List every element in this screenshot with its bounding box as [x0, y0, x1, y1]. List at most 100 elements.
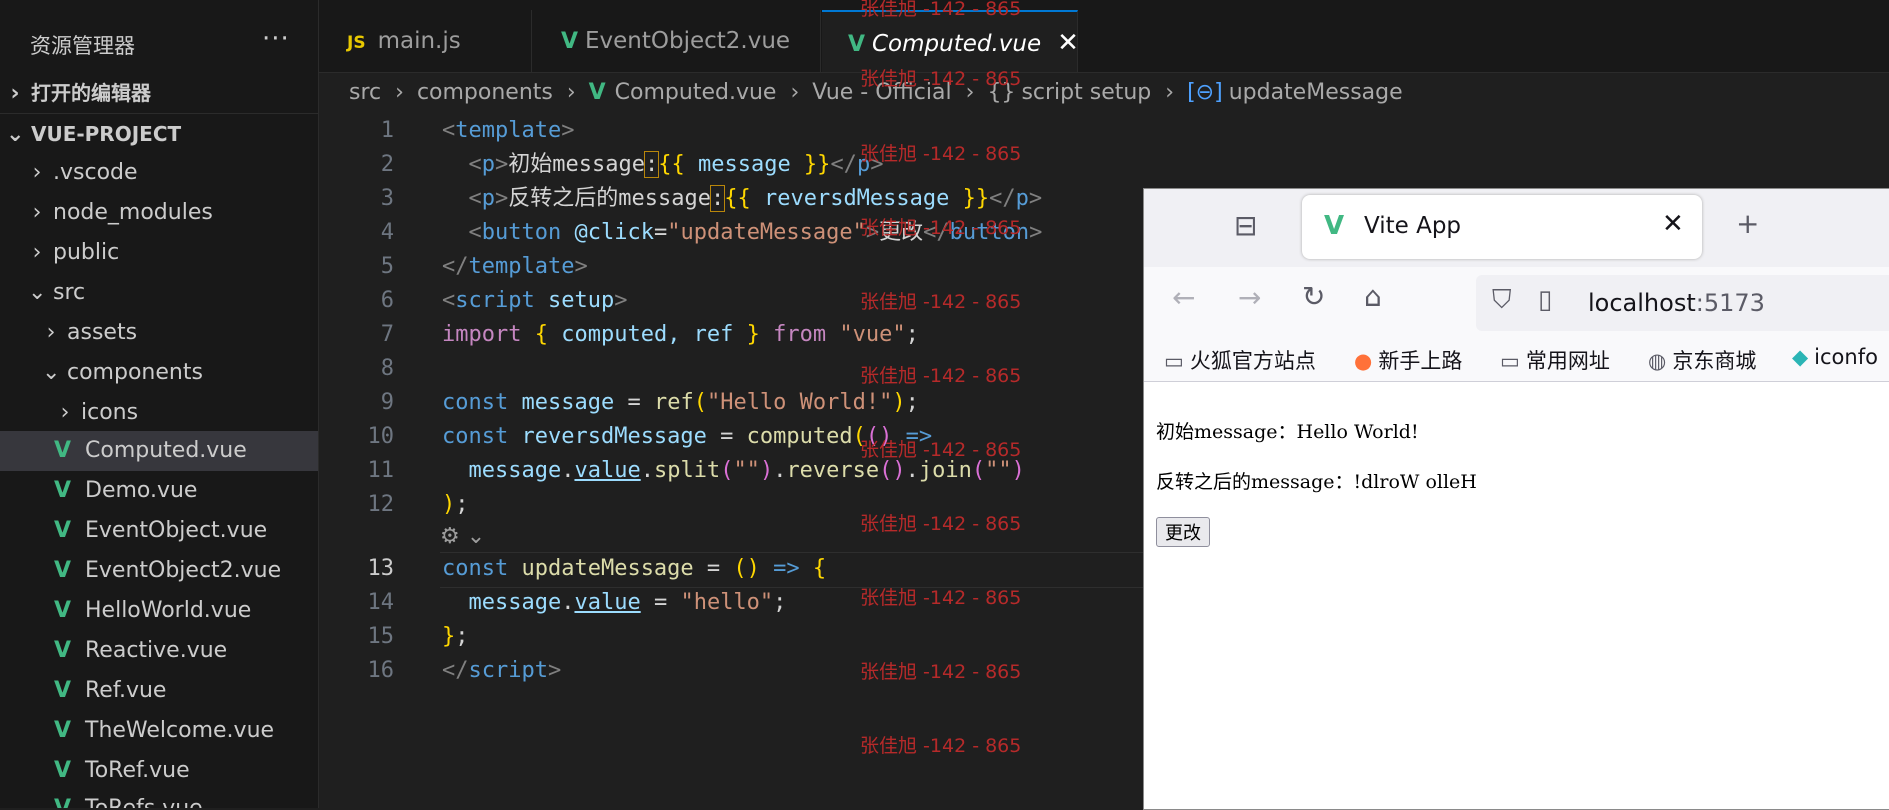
folder-components[interactable]: ⌄ components: [0, 353, 318, 393]
tab-eventobject2-vue[interactable]: V EventObject2.vue: [533, 10, 821, 72]
folder-label: .vscode: [53, 160, 138, 185]
chevron-right-icon: ›: [395, 80, 404, 105]
code-line[interactable]: 14 message.value = "hello";: [319, 586, 1149, 620]
folder-icons[interactable]: › icons: [0, 393, 318, 433]
code-line[interactable]: 12);: [319, 488, 1149, 522]
line-number: 7: [380, 322, 394, 347]
file-ref-vue[interactable]: V Ref.vue: [0, 671, 318, 711]
open-editors-section[interactable]: › 打开的编辑器: [0, 73, 318, 113]
file-label: Reactive.vue: [85, 638, 228, 663]
copilot-icon[interactable]: ⚙ ⌄: [440, 524, 485, 549]
file-label: EventObject2.vue: [85, 558, 282, 583]
folder-node-modules[interactable]: › node_modules: [0, 193, 318, 233]
editor-tab-bar: JS main.js V EventObject2.vue V Computed.vu…: [319, 0, 1889, 73]
back-icon[interactable]: ←: [1172, 281, 1195, 314]
file-helloworld-vue[interactable]: V HelloWorld.vue: [0, 591, 318, 631]
vue-logo-icon: V: [1324, 211, 1345, 241]
explorer-sidebar: 资源管理器 ··· › 打开的编辑器 ⌄ VUE-PROJECT › .vsco…: [0, 0, 319, 808]
iconfont-icon: ◆: [1792, 345, 1809, 369]
page-line-reversed: 反转之后的message：!dlroW olleH: [1156, 471, 1477, 493]
browser-tab-bar: ⊟ V Vite App ✕ +: [1144, 189, 1889, 267]
file-demo-vue[interactable]: V Demo.vue: [0, 471, 318, 511]
bookmark-item[interactable]: ▭ 常用网址: [1500, 345, 1610, 375]
watermark: 张佳旭 -142 - 865: [860, 68, 1022, 90]
shield-icon[interactable]: ⛉: [1492, 285, 1512, 316]
folder-label: assets: [67, 320, 138, 345]
file-eventobject-vue[interactable]: V EventObject.vue: [0, 511, 318, 551]
folder-label: public: [53, 240, 120, 265]
folder-label: components: [67, 360, 203, 385]
vue-file-icon: V: [561, 29, 579, 54]
file-torefs-vue[interactable]: V ToRefs.vue: [0, 789, 318, 808]
folder-icon: ▭: [1164, 349, 1184, 373]
vue-file-icon: V: [54, 758, 72, 783]
folder-label: node_modules: [53, 200, 213, 225]
line-number: 1: [380, 118, 394, 143]
vue-file-icon: V: [54, 558, 72, 583]
url-bar[interactable]: ⛉ ▯ localhost:5173: [1476, 275, 1889, 331]
code-line[interactable]: 15};: [319, 620, 1149, 654]
chevron-right-icon: ›: [1165, 80, 1175, 105]
browser-nav-bar: ← → ↻ ⌂ ⛉ ▯ localhost:5173: [1144, 267, 1889, 337]
more-actions-icon[interactable]: ···: [262, 24, 290, 54]
breadcrumb-item[interactable]: Computed.vue: [615, 80, 777, 105]
file-label: HelloWorld.vue: [85, 598, 252, 623]
code-line[interactable]: 5 </template>: [319, 250, 1149, 284]
close-icon[interactable]: ✕: [1057, 28, 1079, 58]
watermark: 张佳旭 -142 - 865: [860, 217, 1022, 239]
bookmark-item[interactable]: ▭ 火狐官方站点: [1164, 345, 1316, 375]
javascript-file-icon: JS: [347, 33, 366, 53]
file-reactive-vue[interactable]: V Reactive.vue: [0, 631, 318, 671]
code-line[interactable]: 7 import { computed, ref } from "vue";: [319, 318, 1149, 352]
bookmark-item[interactable]: ● 新手上路: [1354, 345, 1462, 375]
code-line[interactable]: 2 <p>初始message:{{ message }}</p>: [319, 148, 1149, 182]
code-line[interactable]: 4 <button @click="updateMessage">更改</but…: [319, 216, 1149, 250]
line-number: 11: [367, 458, 395, 483]
breadcrumb-item[interactable]: components: [417, 80, 553, 105]
code-line[interactable]: 6 <script setup>: [319, 284, 1149, 318]
breadcrumb-item[interactable]: updateMessage: [1229, 80, 1403, 105]
code-line[interactable]: 13 const updateMessage = () => {: [319, 552, 1149, 586]
code-line[interactable]: 11 message.value.split("").reverse().joi…: [319, 454, 1149, 488]
home-icon[interactable]: ⌂: [1364, 280, 1382, 313]
folder-src[interactable]: ⌄ src: [0, 273, 318, 313]
browser-tab[interactable]: V Vite App ✕: [1302, 195, 1702, 259]
forward-icon[interactable]: →: [1238, 281, 1261, 314]
breadcrumb-item[interactable]: src: [349, 80, 381, 105]
new-tab-icon[interactable]: +: [1736, 207, 1759, 240]
update-button[interactable]: 更改: [1156, 517, 1210, 547]
tab-main-js[interactable]: JS main.js: [319, 10, 532, 72]
browser-window: ⊟ V Vite App ✕ + ← → ↻ ⌂ ⛉ ▯ localhost:5…: [1143, 188, 1889, 810]
folder-label: src: [53, 280, 86, 305]
code-line[interactable]: 16 </script>: [319, 654, 1149, 688]
url-text: localhost:5173: [1588, 289, 1765, 317]
file-eventobject2-vue[interactable]: V EventObject2.vue: [0, 551, 318, 591]
bookmark-item[interactable]: ◍ 京东商城: [1648, 345, 1756, 375]
file-toref-vue[interactable]: V ToRef.vue: [0, 751, 318, 791]
folder-public[interactable]: › public: [0, 233, 318, 273]
chevron-right-icon: ›: [46, 320, 56, 345]
close-icon[interactable]: ✕: [1662, 209, 1684, 239]
file-computed-vue[interactable]: V Computed.vue: [0, 431, 318, 471]
code-line[interactable]: 3 <p>反转之后的message:{{ reversdMessage }}</…: [319, 182, 1149, 216]
line-number: 12: [367, 492, 395, 517]
code-line[interactable]: 1 <template>: [319, 114, 1149, 148]
reload-icon[interactable]: ↻: [1302, 280, 1325, 313]
tab-overview-icon[interactable]: ⊟: [1234, 209, 1257, 242]
code-line[interactable]: 8: [319, 352, 1149, 386]
code-line[interactable]: 9 const message = ref("Hello World!");: [319, 386, 1149, 420]
page-info-icon[interactable]: ▯: [1538, 285, 1552, 315]
folder-vscode[interactable]: › .vscode: [0, 153, 318, 193]
folder-assets[interactable]: › assets: [0, 313, 318, 353]
bookmark-label: 京东商城: [1672, 349, 1757, 373]
file-label: EventObject.vue: [85, 518, 268, 543]
code-line[interactable]: 10 const reversdMessage = computed(() =>: [319, 420, 1149, 454]
watermark: 张佳旭 -142 - 865: [860, 291, 1022, 313]
file-label: Computed.vue: [85, 438, 247, 463]
bookmark-item[interactable]: ◆ iconfo: [1792, 345, 1878, 369]
project-section[interactable]: ⌄ VUE-PROJECT: [0, 113, 318, 154]
watermark: 张佳旭 -142 - 865: [860, 661, 1022, 683]
breadcrumb-item[interactable]: script setup: [1021, 80, 1151, 105]
file-thewelcome-vue[interactable]: V TheWelcome.vue: [0, 711, 318, 751]
tab-label: Computed.vue: [872, 31, 1042, 57]
